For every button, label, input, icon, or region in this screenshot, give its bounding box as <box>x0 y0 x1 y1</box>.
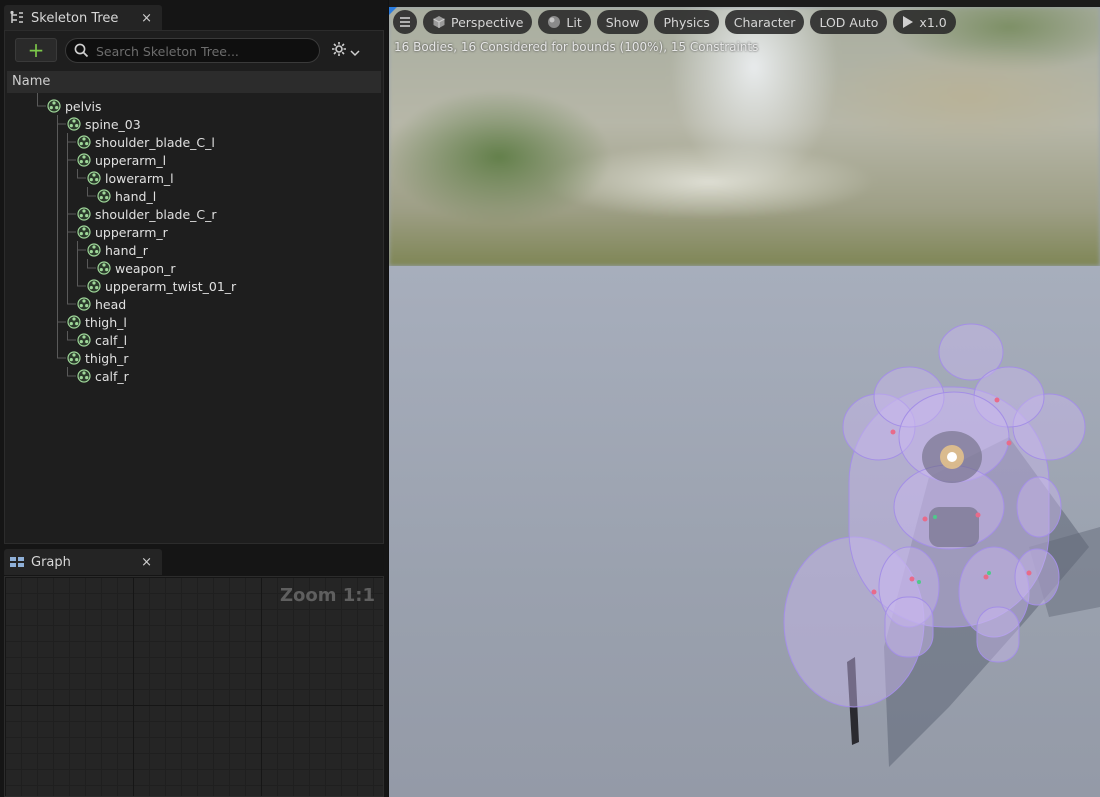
sphere-icon <box>547 15 561 29</box>
bone-label: weapon_r <box>115 260 176 276</box>
hamburger-icon <box>399 15 411 30</box>
bone-icon <box>77 135 91 149</box>
chevron-down-icon <box>350 42 360 61</box>
bone-label: calf_r <box>95 368 129 384</box>
tree-row-shoulder-blade-c-r[interactable]: shoulder_blade_C_r <box>77 205 217 223</box>
tree-row-upperarm-twist-01-r[interactable]: upperarm_twist_01_r <box>87 277 236 295</box>
play-speed-label: x1.0 <box>919 14 947 30</box>
play-icon <box>902 15 914 29</box>
tree-row-lowerarm-l[interactable]: lowerarm_l <box>87 169 174 187</box>
viewport[interactable]: Perspective Lit Show Physics Character L… <box>389 7 1100 797</box>
bone-label: upperarm_l <box>95 152 167 168</box>
tree-row-upperarm-l[interactable]: upperarm_l <box>77 151 166 169</box>
gear-icon <box>331 41 347 61</box>
bone-icon <box>77 207 91 221</box>
play-speed-button[interactable]: x1.0 <box>893 10 956 34</box>
bone-icon <box>87 279 101 293</box>
tab-graph[interactable]: Graph × <box>4 549 162 575</box>
bone-icon <box>67 351 81 365</box>
bone-label: shoulder_blade_C_l <box>95 134 215 150</box>
close-icon[interactable]: × <box>141 555 152 570</box>
physics-button[interactable]: Physics <box>654 10 719 34</box>
tree-row-upperarm-r[interactable]: upperarm_r <box>77 223 168 241</box>
physics-stats: 16 Bodies, 16 Considered for bounds (100… <box>394 40 759 54</box>
viewport-corner-marker <box>389 7 397 15</box>
show-button[interactable]: Show <box>596 10 649 34</box>
settings-button[interactable] <box>331 40 367 62</box>
viewport-top-bar <box>389 0 1100 7</box>
skeleton-tree-panel: + Name pelvis spine_03 shoulder_blade_C_lu… <box>4 30 384 544</box>
tree-row-pelvis[interactable]: pelvis <box>47 97 101 115</box>
bone-label: hand_r <box>105 242 148 258</box>
skeleton-toolbar: + <box>5 35 383 67</box>
bone-label: lowerarm_l <box>105 170 174 186</box>
tree-row-hand-r[interactable]: hand_r <box>87 241 148 259</box>
search-box <box>65 38 320 63</box>
bone-icon <box>47 99 61 113</box>
tab-skeleton-tree[interactable]: Skeleton Tree × <box>4 5 162 31</box>
lit-label: Lit <box>566 14 582 30</box>
character-physics-bodies[interactable] <box>389 7 1100 797</box>
viewport-toolbar: Perspective Lit Show Physics Character L… <box>393 10 956 34</box>
bone-icon <box>77 297 91 311</box>
perspective-button[interactable]: Perspective <box>423 10 533 34</box>
tree-row-thigh-l[interactable]: thigh_l <box>67 313 127 331</box>
graph-canvas[interactable]: Zoom 1:1 <box>4 576 384 797</box>
bone-label: thigh_r <box>85 350 129 366</box>
lit-button[interactable]: Lit <box>538 10 591 34</box>
tree-row-calf-r[interactable]: calf_r <box>77 367 129 385</box>
bone-icon <box>77 153 91 167</box>
add-button[interactable]: + <box>15 38 57 62</box>
tree-row-spine-03[interactable]: spine_03 <box>67 115 141 133</box>
bone-icon <box>77 225 91 239</box>
bone-label: calf_l <box>95 332 128 348</box>
bone-icon <box>97 261 111 275</box>
bone-label: pelvis <box>65 98 102 114</box>
graph-tab-label: Graph <box>31 554 71 570</box>
character-button[interactable]: Character <box>724 10 805 34</box>
cube-icon <box>432 15 446 29</box>
skeleton-tab-label: Skeleton Tree <box>31 10 119 26</box>
bone-icon <box>77 369 91 383</box>
bone-label: thigh_l <box>85 314 127 330</box>
bone-icon <box>67 315 81 329</box>
bone-icon <box>77 333 91 347</box>
bone-label: upperarm_r <box>95 224 168 240</box>
search-icon <box>74 43 89 62</box>
close-icon[interactable]: × <box>141 11 152 26</box>
column-header-name[interactable]: Name <box>7 71 381 93</box>
bone-label: hand_l <box>115 188 157 204</box>
bone-label: shoulder_blade_C_r <box>95 206 217 222</box>
bone-label: upperarm_twist_01_r <box>105 278 237 294</box>
tree-row-thigh-r[interactable]: thigh_r <box>67 349 129 367</box>
tree-row-shoulder-blade-c-l[interactable]: shoulder_blade_C_l <box>77 133 215 151</box>
bone-icon <box>67 117 81 131</box>
skeleton-tree-icon <box>9 10 25 26</box>
bone-label: spine_03 <box>85 116 141 132</box>
bone-icon <box>97 189 111 203</box>
tree-row-hand-l[interactable]: hand_l <box>97 187 156 205</box>
tree-row-weapon-r[interactable]: weapon_r <box>97 259 175 277</box>
lod-button[interactable]: LOD Auto <box>810 10 888 34</box>
tree-row-calf-l[interactable]: calf_l <box>77 331 127 349</box>
left-dock: Skeleton Tree × + Name pelvis spine_03sho… <box>0 0 388 797</box>
search-input[interactable] <box>94 41 313 62</box>
graph-icon <box>9 554 25 570</box>
bone-icon <box>87 171 101 185</box>
perspective-label: Perspective <box>451 14 524 30</box>
bone-label: head <box>95 296 127 312</box>
tree-row-head[interactable]: head <box>77 295 126 313</box>
zoom-label: Zoom 1:1 <box>279 585 375 606</box>
bone-icon <box>87 243 101 257</box>
